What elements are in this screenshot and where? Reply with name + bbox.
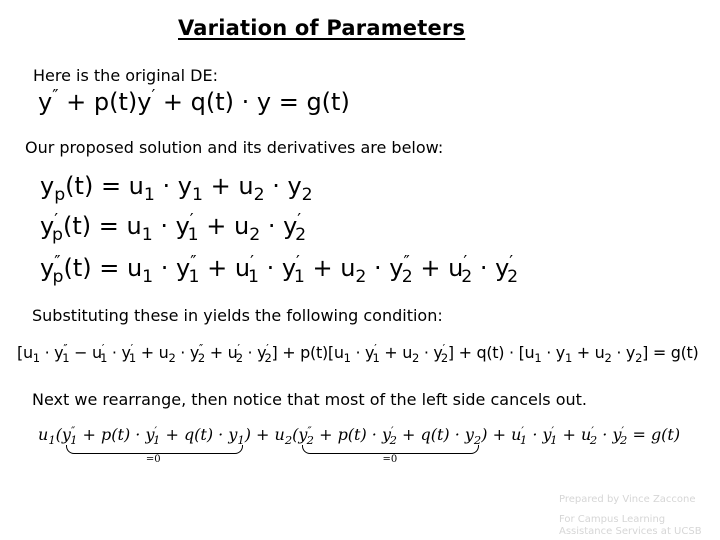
footer-prepared-by: Prepared by Vince Zaccone — [559, 494, 696, 505]
proposed-text: Our proposed solution and its derivative… — [25, 138, 444, 157]
solution-equation-yp-double-prime: y″p(t) = u1 · y″1 + u′1 · y′1 + u2 · y″2… — [40, 251, 519, 288]
page-title: Variation of Parameters — [178, 16, 466, 40]
solution-equation-yp: yp(t) = u1 · y1 + u2 · y2 — [40, 172, 313, 206]
footer-for-line1: For Campus Learning — [559, 514, 666, 525]
equals-zero-label: =0 — [382, 454, 398, 465]
underbrace — [65, 445, 243, 454]
cancel-group-1: y″1 + p(t) · y′1 + q(t) · y1 =0 — [61, 424, 245, 465]
substitute-text: Substituting these in yields the followi… — [32, 306, 443, 325]
cancel-group-2: y″2 + p(t) · y′2 + q(t) · y2 =0 — [298, 424, 482, 465]
underbrace — [302, 445, 480, 454]
condition-equation: [u1 · y″1 − u′1 · y′1 + u2 · y″2 + u′2 ·… — [17, 342, 699, 366]
rearrange-text: Next we rearrange, then notice that most… — [32, 390, 588, 409]
intro-text: Here is the original DE: — [33, 66, 218, 85]
solution-equation-yp-prime: y′p(t) = u1 · y′1 + u2 · y′2 — [40, 209, 307, 246]
footer-for-line2: Assistance Services at UCSB — [559, 526, 702, 537]
equals-zero-label: =0 — [145, 454, 161, 465]
original-de-equation: y″ + p(t)y′ + q(t) · y = g(t) — [38, 85, 350, 116]
rearranged-equation: u1(y″1 + p(t) · y′1 + q(t) · y1 =0) + u2(… — [38, 424, 681, 465]
